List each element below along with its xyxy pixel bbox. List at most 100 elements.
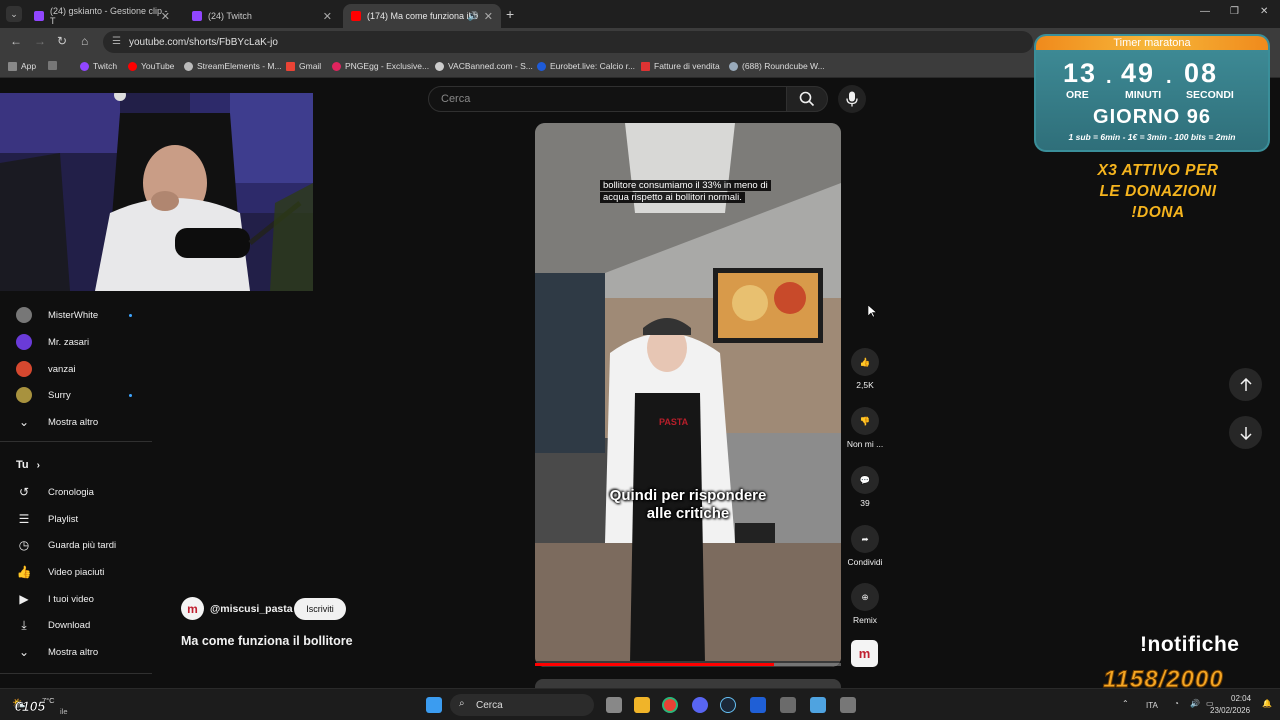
tab-label: (24) gskianto - Gestione clip - T xyxy=(50,6,168,26)
sidebar-show-more-you[interactable]: ⌄ Mostra altro xyxy=(16,643,98,661)
task-view-icon[interactable] xyxy=(606,697,622,713)
calculator-icon[interactable] xyxy=(840,697,856,713)
sidebar-item-liked-videos[interactable]: 👍 Video piaciuti xyxy=(16,563,105,581)
maximize-icon[interactable]: ❐ xyxy=(1230,6,1239,17)
new-tab-button[interactable]: + xyxy=(506,6,514,22)
channel-avatar-small[interactable]: m xyxy=(851,640,878,667)
playlist-icon: ☰ xyxy=(18,512,30,526)
back-icon[interactable]: ← xyxy=(10,34,22,48)
sidebar-sub-surry[interactable]: Surry xyxy=(16,386,71,404)
short-video-player[interactable]: PASTA xyxy=(535,123,841,667)
bookmark-roundcube[interactable]: (688) Roundcube W... xyxy=(729,61,825,71)
bookmark-pngegg[interactable]: PNGEgg - Exclusive... xyxy=(332,61,429,71)
webcam-overlay xyxy=(0,93,313,291)
address-bar[interactable]: ☰ youtube.com/shorts/FbBYcLaK-jo xyxy=(103,31,1033,53)
apps-grid-icon xyxy=(8,61,17,71)
sidebar-divider xyxy=(0,673,152,674)
bookmark-twitch[interactable]: Twitch xyxy=(80,61,117,71)
sidebar-you-header[interactable]: Tu › xyxy=(16,456,40,474)
sidebar-item-watch-later[interactable]: ◷ Guarda più tardi xyxy=(16,536,116,554)
site-info-icon[interactable]: ☰ xyxy=(112,36,121,47)
gamepad-icon[interactable] xyxy=(780,697,796,713)
next-short-preview[interactable] xyxy=(535,679,841,688)
close-icon[interactable]: ✕ xyxy=(323,10,332,23)
sidebar-show-more-subs[interactable]: ⌄ Mostra altro xyxy=(16,413,98,431)
search-input[interactable]: Cerca xyxy=(428,86,788,112)
timer-rates: 1 sub = 6min - 1€ = 3min - 100 bits = 2m… xyxy=(1068,132,1236,142)
bookmark-vacbanned[interactable]: VACBanned.com - S... xyxy=(435,61,533,71)
channel-name[interactable]: @miscusi_pasta xyxy=(210,603,293,615)
reload-icon[interactable]: ↻ xyxy=(57,34,67,48)
steam-icon[interactable] xyxy=(720,697,736,713)
close-window-icon[interactable]: ✕ xyxy=(1260,6,1268,17)
bookmark-eurobet[interactable]: Eurobet.live: Calcio r... xyxy=(537,61,635,71)
sidebar-item-download[interactable]: ⤓ Download xyxy=(16,616,90,634)
voice-search-button[interactable] xyxy=(838,85,866,113)
home-icon[interactable]: ⌂ xyxy=(81,34,88,48)
bookmark-streamelements[interactable]: StreamElements - M... xyxy=(184,61,282,71)
tray-chevron-icon[interactable]: ⌃ xyxy=(1122,699,1129,708)
comments-button[interactable]: 💬 39 xyxy=(845,466,885,508)
minimize-icon[interactable]: — xyxy=(1200,6,1210,17)
donation-total: €105 xyxy=(14,698,46,715)
timer-label-hours: ORE xyxy=(1066,89,1089,101)
windows-start-icon[interactable] xyxy=(426,697,442,713)
sidebar-sub-misterwhite[interactable]: MisterWhite xyxy=(16,306,98,324)
next-short-button[interactable] xyxy=(1229,416,1262,449)
bookmark-app[interactable]: App xyxy=(8,61,36,71)
tab-search-icon[interactable]: ⌄ xyxy=(6,6,22,22)
new-content-dot xyxy=(129,394,132,397)
dislike-button[interactable]: 👎 Non mi ... xyxy=(845,407,885,449)
video-progress-bar[interactable] xyxy=(535,663,841,666)
tab-youtube-short[interactable]: (174) Ma come funziona il b 🔊 ✕ xyxy=(343,4,501,28)
weather-sub: ile xyxy=(60,707,68,716)
remix-icon: ⊕ xyxy=(851,583,879,611)
notification-bell-icon[interactable]: 🔔 xyxy=(1262,699,1272,708)
vacbanned-icon xyxy=(435,61,444,71)
speaker-icon[interactable]: 🔊 xyxy=(468,11,479,22)
bookmark-tab-groups[interactable] xyxy=(48,61,61,70)
app-r-icon[interactable] xyxy=(750,697,766,713)
language-indicator[interactable]: ITA xyxy=(1146,701,1158,710)
search-icon: ⌕ xyxy=(459,698,465,709)
channel-avatar[interactable]: m xyxy=(181,597,204,620)
tab-gestione-clip[interactable]: (24) gskianto - Gestione clip - T ✕ xyxy=(26,4,178,28)
apron-sign: PASTA xyxy=(659,417,689,427)
taskbar-search[interactable]: ⌕ Cerca xyxy=(450,694,594,716)
sidebar-sub-mr-zasari[interactable]: Mr. zasari xyxy=(16,333,89,351)
discord-icon[interactable] xyxy=(692,697,708,713)
bookmark-youtube[interactable]: YouTube xyxy=(128,61,174,71)
previous-short-button[interactable] xyxy=(1229,368,1262,401)
wifi-icon[interactable]: ◔ xyxy=(1174,699,1179,708)
sidebar-item-cronologia[interactable]: ↺ Cronologia xyxy=(16,483,94,501)
forward-icon[interactable]: → xyxy=(34,34,46,48)
remix-button[interactable]: ⊕ Remix xyxy=(845,583,885,625)
notepad-icon[interactable] xyxy=(810,697,826,713)
tab-twitch[interactable]: (24) Twitch ✕ xyxy=(184,4,340,28)
bookmark-gmail[interactable]: Gmail xyxy=(286,61,321,71)
search-button[interactable] xyxy=(786,86,828,112)
close-icon[interactable]: ✕ xyxy=(484,10,493,23)
timer-separator: . xyxy=(1106,66,1112,88)
sidebar-item-playlist[interactable]: ☰ Playlist xyxy=(16,510,78,528)
like-count: 2,5K xyxy=(856,380,874,390)
clock-date[interactable]: 23/02/2026 xyxy=(1210,706,1250,715)
file-explorer-icon[interactable] xyxy=(634,697,650,713)
chrome-icon[interactable] xyxy=(664,699,676,711)
subscribe-button[interactable]: Iscriviti xyxy=(294,598,346,620)
sidebar-item-your-videos[interactable]: ▶ I tuoi video xyxy=(16,590,94,608)
video-title[interactable]: Ma come funziona il bollitore xyxy=(181,634,353,648)
close-icon[interactable]: ✕ xyxy=(161,10,170,23)
sidebar-sub-vanzai[interactable]: vanzai xyxy=(16,360,75,378)
video-icon: ▶ xyxy=(19,592,29,606)
volume-icon[interactable]: 🔊 xyxy=(1190,699,1200,708)
share-button[interactable]: ➦ Condividi xyxy=(845,525,885,567)
like-button[interactable]: 👍 2,5K xyxy=(845,348,885,390)
bookmark-fatture[interactable]: Fatture di vendita xyxy=(641,61,720,71)
url-text: youtube.com/shorts/FbBYcLaK-jo xyxy=(129,36,278,48)
banner-line1: X3 ATTIVO PER xyxy=(1097,162,1219,179)
thumbs-up-icon: 👍 xyxy=(851,348,879,376)
clock-time[interactable]: 02:04 xyxy=(1231,694,1251,703)
eurobet-icon xyxy=(537,61,546,71)
gmail-icon xyxy=(286,61,295,71)
